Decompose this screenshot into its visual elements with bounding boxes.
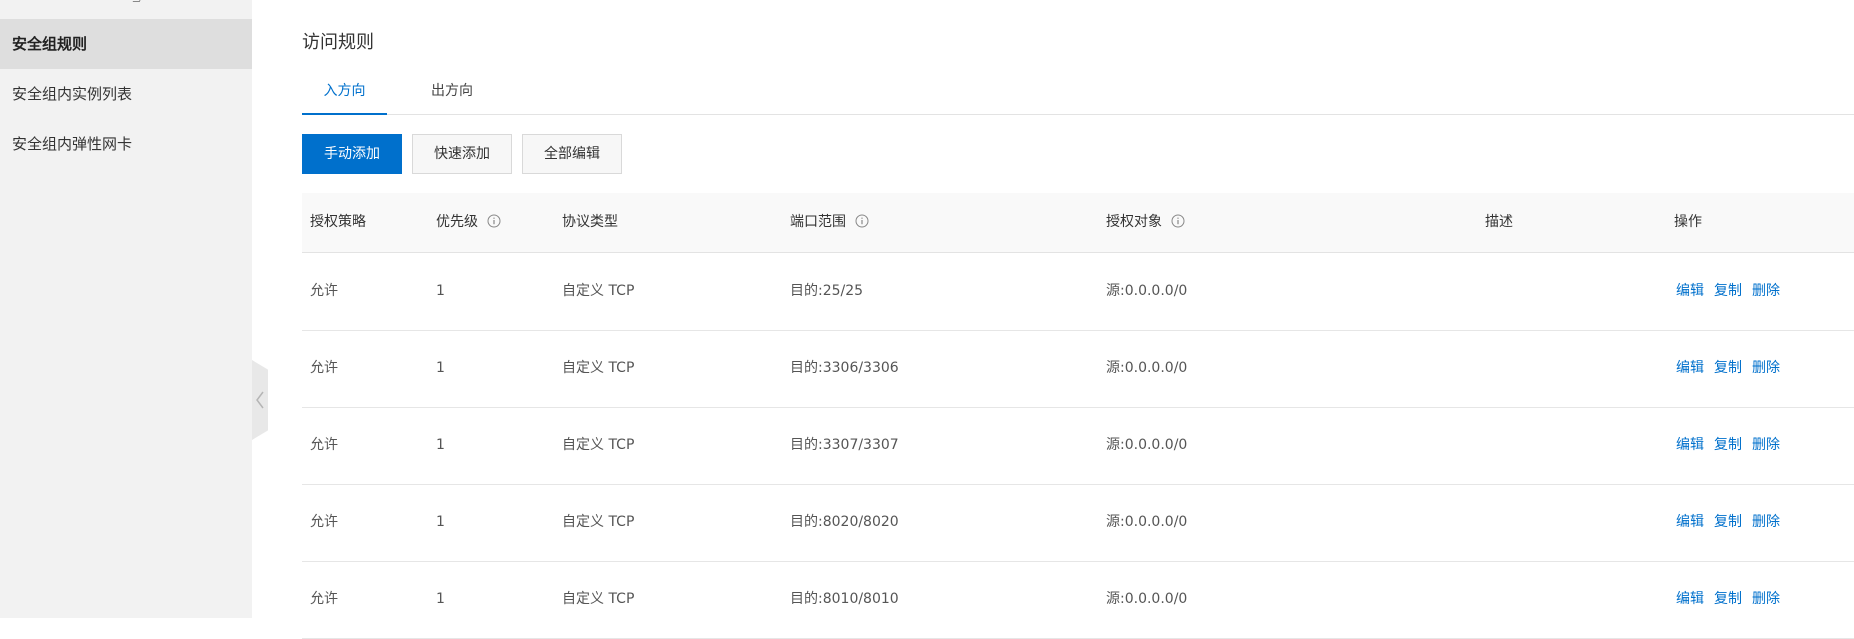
cell-policy: 允许 [310,283,338,299]
cell-port: 目的:3307/3307 [790,437,899,453]
cell-source: 源:0.0.0.0/0 [1106,283,1188,299]
table-row: 允许 1 自定义 TCP 目的:3306/3306 源:0.0.0.0/0 编辑… [302,330,1854,408]
cell-priority: 1 [436,360,445,376]
edit-link[interactable]: 编辑 [1676,514,1704,530]
cell-priority: 1 [436,591,445,607]
sidebar-collapse-handle[interactable] [252,360,268,440]
column-header-source: 授权对象 [1106,193,1185,252]
tab-outbound[interactable]: 出方向 [422,72,482,113]
info-icon[interactable] [855,214,869,228]
sidebar-item-label: 安全组内弹性网卡 [12,135,133,153]
info-icon[interactable] [487,214,501,228]
copy-link[interactable]: 复制 [1714,591,1742,607]
table-row: 允许 1 自定义 TCP 目的:8020/8020 源:0.0.0.0/0 编辑… [302,484,1854,562]
cell-port: 目的:8010/8010 [790,591,899,607]
column-header-priority: 优先级 [436,193,501,252]
cell-priority: 1 [436,514,445,530]
cell-source: 源:0.0.0.0/0 [1106,591,1188,607]
cell-source: 源:0.0.0.0/0 [1106,437,1188,453]
copy-link[interactable]: 复制 [1714,514,1742,530]
cell-source: 源:0.0.0.0/0 [1106,514,1188,530]
cell-port: 目的:25/25 [790,283,864,299]
edit-link[interactable]: 编辑 [1676,360,1704,376]
direction-tabs: 入方向 出方向 [302,72,1854,115]
table-row: 允许 1 自定义 TCP 目的:25/25 源:0.0.0.0/0 编辑 复制 删除 [302,253,1854,331]
edit-link[interactable]: 编辑 [1676,437,1704,453]
quick-add-button[interactable]: 快速添加 [412,134,512,174]
cell-policy: 允许 [310,437,338,453]
table-row: 允许 1 自定义 TCP 目的:8010/8010 源:0.0.0.0/0 编辑… [302,561,1854,639]
column-header-description: 描述 [1485,214,1513,230]
column-header-policy: 授权策略 [310,214,366,230]
chevron-left-icon [256,391,264,409]
edit-link[interactable]: 编辑 [1676,591,1704,607]
column-header-protocol: 协议类型 [562,214,618,230]
column-header-port: 端口范围 [790,193,869,252]
manual-add-button[interactable]: 手动添加 [302,134,402,174]
cell-actions: 编辑 复制 删除 [1676,330,1790,407]
chevron-icon [132,0,143,2]
sidebar-item-eni-list[interactable]: 安全组内弹性网卡 [0,119,252,169]
delete-link[interactable]: 删除 [1752,437,1780,453]
cell-actions: 编辑 复制 删除 [1676,484,1790,561]
table-header: 授权策略 优先级 协议类型 端口范围 授权对象 描述 操作 [302,193,1854,253]
copy-link[interactable]: 复制 [1714,283,1742,299]
delete-link[interactable]: 删除 [1752,360,1780,376]
cell-policy: 允许 [310,591,338,607]
sidebar-item-security-group-rules[interactable]: 安全组规则 [0,19,252,69]
cell-protocol: 自定义 TCP [562,514,635,530]
copy-link[interactable]: 复制 [1714,437,1742,453]
sidebar-item-label: 安全组规则 [12,35,88,53]
delete-link[interactable]: 删除 [1752,591,1780,607]
table-row: 允许 1 自定义 TCP 目的:3307/3307 源:0.0.0.0/0 编辑… [302,407,1854,485]
cell-protocol: 自定义 TCP [562,437,635,453]
sidebar: 安全组规则 安全组内实例列表 安全组内弹性网卡 [0,0,252,618]
cell-policy: 允许 [310,514,338,530]
column-header-actions: 操作 [1674,214,1702,230]
cell-policy: 允许 [310,360,338,376]
info-icon[interactable] [1171,214,1185,228]
cell-port: 目的:8020/8020 [790,514,899,530]
cell-protocol: 自定义 TCP [562,283,635,299]
delete-link[interactable]: 删除 [1752,514,1780,530]
copy-link[interactable]: 复制 [1714,360,1742,376]
sidebar-item-instance-list[interactable]: 安全组内实例列表 [0,69,252,119]
edit-all-button[interactable]: 全部编辑 [522,134,622,174]
sidebar-item-label: 安全组内实例列表 [12,85,133,103]
cell-protocol: 自定义 TCP [562,360,635,376]
cell-port: 目的:3306/3306 [790,360,899,376]
page-title: 访问规则 [302,32,374,53]
cell-priority: 1 [436,437,445,453]
cell-source: 源:0.0.0.0/0 [1106,360,1188,376]
cell-actions: 编辑 复制 删除 [1676,561,1790,638]
cell-actions: 编辑 复制 删除 [1676,253,1790,330]
edit-link[interactable]: 编辑 [1676,283,1704,299]
cell-protocol: 自定义 TCP [562,591,635,607]
tab-inbound[interactable]: 入方向 [302,72,387,115]
cell-actions: 编辑 复制 删除 [1676,407,1790,484]
delete-link[interactable]: 删除 [1752,283,1780,299]
cell-priority: 1 [436,283,445,299]
